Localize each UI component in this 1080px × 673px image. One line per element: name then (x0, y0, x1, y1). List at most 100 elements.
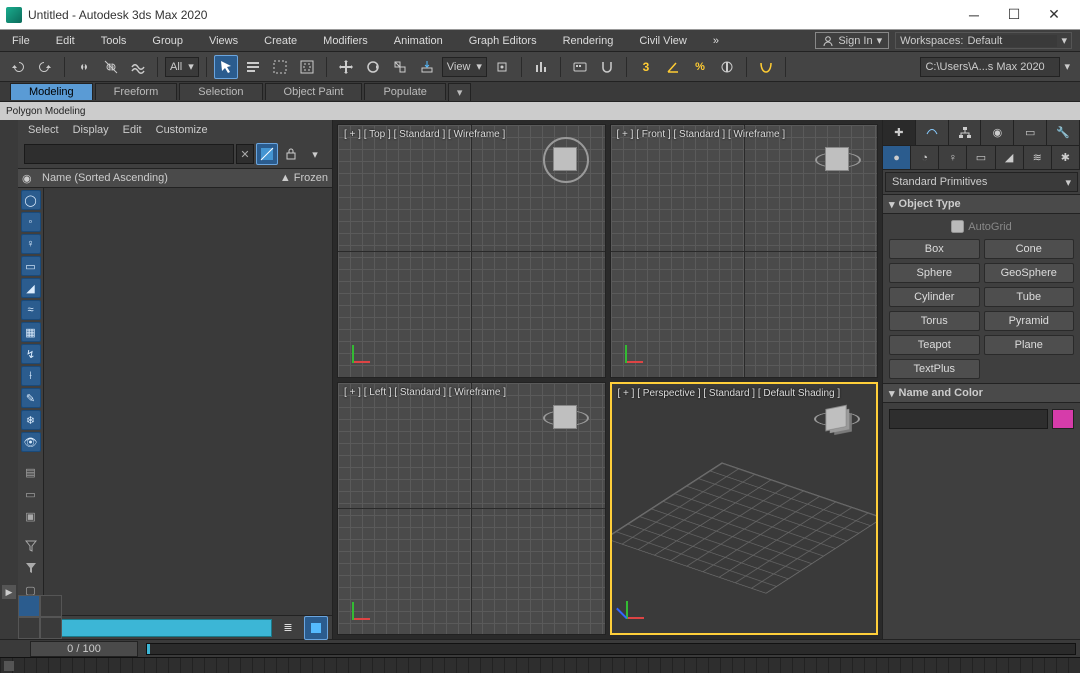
prim-box[interactable]: Box (889, 239, 980, 259)
display-invert-icon[interactable]: ▣ (21, 506, 41, 526)
link-button[interactable] (72, 55, 96, 79)
object-name-input[interactable] (889, 409, 1048, 429)
ribbon-tab-freeform[interactable]: Freeform (95, 83, 178, 100)
view-mode-button[interactable] (256, 143, 278, 165)
menu-modifiers[interactable]: Modifiers (319, 33, 372, 49)
tab-utilities[interactable]: 🔧 (1047, 120, 1080, 145)
snap-3d-button[interactable]: 3 (634, 55, 658, 79)
layout-3-button[interactable] (18, 617, 40, 639)
filter-geometry-icon[interactable]: ◯ (21, 190, 41, 210)
viewcube[interactable] (543, 137, 589, 183)
track-bar[interactable] (0, 657, 1080, 673)
se-menu-customize[interactable]: Customize (156, 124, 208, 136)
spinner-snap-button[interactable] (715, 55, 739, 79)
rectangular-selection-button[interactable] (268, 55, 292, 79)
cat-spacewarps[interactable]: ≋ (1024, 146, 1052, 169)
menu-create[interactable]: Create (260, 33, 301, 49)
display-none-icon[interactable]: ▭ (21, 484, 41, 504)
viewcube[interactable] (815, 137, 861, 183)
prim-torus[interactable]: Torus (889, 311, 980, 331)
chevron-down-icon[interactable]: ▾ (1060, 61, 1074, 73)
viewcube[interactable] (543, 395, 589, 441)
selection-lock-button[interactable] (754, 55, 778, 79)
tab-hierarchy[interactable] (949, 120, 982, 145)
viewport-label[interactable]: [ + ] [ Left ] [ Standard ] [ Wireframe … (344, 387, 506, 398)
viewport-left[interactable]: [ + ] [ Left ] [ Standard ] [ Wireframe … (337, 382, 606, 636)
rollout-name-color[interactable]: ▾Name and Color (883, 383, 1080, 403)
expand-arrow-icon[interactable]: ▶ (2, 585, 16, 599)
filter-helpers-icon[interactable]: ◢ (21, 278, 41, 298)
prim-sphere[interactable]: Sphere (889, 263, 980, 283)
cat-shapes[interactable]: ◔ (911, 146, 939, 169)
prim-tube[interactable]: Tube (984, 287, 1075, 307)
viewport-perspective[interactable]: [ + ] [ Perspective ] [ Standard ] [ Def… (610, 382, 879, 636)
menu-edit[interactable]: Edit (52, 33, 79, 49)
ribbon-tab-selection[interactable]: Selection (179, 83, 262, 100)
layout-quad-button[interactable] (18, 595, 40, 617)
project-path-input[interactable] (920, 57, 1060, 77)
search-input[interactable] (24, 144, 234, 164)
col-name-header[interactable]: Name (Sorted Ascending) (42, 172, 274, 184)
filter-containers-icon[interactable]: ✎ (21, 388, 41, 408)
viewport-label[interactable]: [ + ] [ Perspective ] [ Standard ] [ Def… (618, 388, 841, 399)
filter-frozen-icon[interactable]: ❄ (21, 410, 41, 430)
time-slider[interactable]: 0 / 100 (30, 641, 138, 657)
cat-lights[interactable]: ♀ (939, 146, 967, 169)
se-menu-edit[interactable]: Edit (123, 124, 142, 136)
cat-systems[interactable]: ✱ (1052, 146, 1080, 169)
tab-create[interactable]: ✚ (883, 120, 916, 145)
angle-snap-button[interactable] (661, 55, 685, 79)
filter-lights-icon[interactable]: ♀ (21, 234, 41, 254)
scene-explorer-list[interactable] (44, 188, 332, 615)
menu-civil-view[interactable]: Civil View (635, 33, 690, 49)
filter-groups-icon[interactable]: ▦ (21, 322, 41, 342)
primitive-category-dropdown[interactable]: Standard Primitives ▾ (885, 172, 1078, 192)
move-button[interactable] (334, 55, 358, 79)
viewcube[interactable] (814, 396, 860, 442)
close-button[interactable]: ✕ (1034, 0, 1074, 30)
layer-manager-icon[interactable] (304, 616, 328, 640)
keyboard-shortcut-button[interactable] (568, 55, 592, 79)
funnel-icon[interactable] (21, 558, 41, 578)
undo-button[interactable] (6, 55, 30, 79)
placement-button[interactable] (415, 55, 439, 79)
viewport-label[interactable]: [ + ] [ Top ] [ Standard ] [ Wireframe ] (344, 129, 505, 140)
filter-shapes-icon[interactable]: ◦ (21, 212, 41, 232)
prim-pyramid[interactable]: Pyramid (984, 311, 1075, 331)
filter-hidden-icon[interactable]: 👁 (21, 432, 41, 452)
rotate-button[interactable] (361, 55, 385, 79)
menu-graph-editors[interactable]: Graph Editors (465, 33, 541, 49)
layer-stack-icon[interactable]: ≣ (276, 616, 300, 640)
viewport-top[interactable]: [ + ] [ Top ] [ Standard ] [ Wireframe ] (337, 124, 606, 378)
pin-icon[interactable]: ▾ (304, 143, 326, 165)
redo-button[interactable] (33, 55, 57, 79)
time-track[interactable] (146, 643, 1076, 655)
prim-textplus[interactable]: TextPlus (889, 359, 980, 379)
cat-geometry[interactable]: ● (883, 146, 911, 169)
se-menu-display[interactable]: Display (73, 124, 109, 136)
menu-tools[interactable]: Tools (97, 33, 131, 49)
col-frozen-header[interactable]: ▲ Frozen (280, 172, 328, 184)
prim-cylinder[interactable]: Cylinder (889, 287, 980, 307)
reference-coord-dropdown[interactable]: View▾ (442, 57, 487, 77)
workspaces-value[interactable] (967, 35, 1057, 47)
manipulate-button[interactable] (529, 55, 553, 79)
prim-cone[interactable]: Cone (984, 239, 1075, 259)
ribbon-panel-label[interactable]: Polygon Modeling (0, 102, 1080, 120)
filter-spacewarps-icon[interactable]: ≈ (21, 300, 41, 320)
ribbon-tab-modeling[interactable]: Modeling (10, 83, 93, 100)
snap-toggle-button[interactable] (595, 55, 619, 79)
tab-motion[interactable]: ◉ (981, 120, 1014, 145)
prim-teapot[interactable]: Teapot (889, 335, 980, 355)
maximize-button[interactable]: ☐ (994, 0, 1034, 30)
menu-file[interactable]: File (8, 33, 34, 49)
selection-filter-dropdown[interactable]: All▾ (165, 57, 199, 77)
minimize-button[interactable]: ─ (954, 0, 994, 30)
layout-2-button[interactable] (40, 595, 62, 617)
prim-geosphere[interactable]: GeoSphere (984, 263, 1075, 283)
viewport-front[interactable]: [ + ] [ Front ] [ Standard ] [ Wireframe… (610, 124, 879, 378)
select-by-name-button[interactable] (241, 55, 265, 79)
menu-animation[interactable]: Animation (390, 33, 447, 49)
display-all-icon[interactable]: ▤ (21, 462, 41, 482)
pivot-center-button[interactable] (490, 55, 514, 79)
